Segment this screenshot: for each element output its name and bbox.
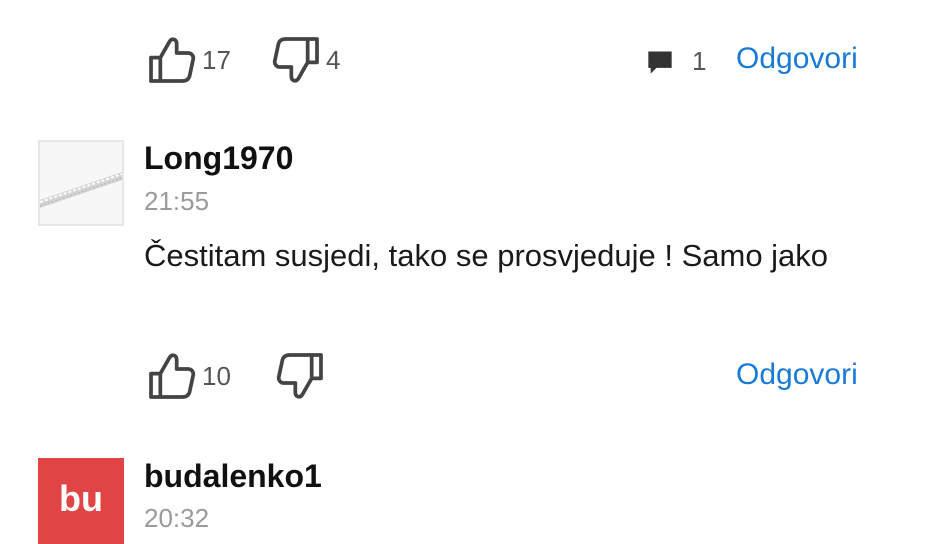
like-button[interactable]: 17: [144, 32, 231, 88]
avatar-initials: bu: [59, 478, 103, 519]
comment-username[interactable]: Long1970: [144, 140, 293, 177]
comment-actions: 10 Odgovori: [0, 348, 930, 408]
thumbs-down-icon: [276, 353, 323, 399]
comment-bubble-icon: [648, 51, 672, 74]
like-count: 10: [202, 360, 231, 391]
dislike-button[interactable]: [272, 348, 330, 404]
comment-username[interactable]: budalenko1: [144, 458, 322, 495]
dislike-count: 4: [326, 44, 341, 75]
thumbs-down-icon: [272, 37, 319, 83]
user-avatar-image: [40, 142, 122, 224]
comment-body: Čestitam susjedi, tako se prosvjeduje ! …: [144, 238, 829, 273]
avatar[interactable]: [38, 140, 124, 226]
thumbs-up-icon: [149, 353, 196, 399]
comment-timestamp: 20:32: [144, 503, 210, 533]
comment-timestamp: 21:55: [144, 186, 210, 216]
reply-count-value: 1: [692, 46, 707, 76]
reply-button[interactable]: Odgovori: [736, 42, 858, 76]
avatar[interactable]: bu: [38, 458, 124, 544]
comment-actions: 17 4 1 Odgovori: [0, 32, 930, 92]
reply-count[interactable]: 1: [646, 46, 706, 77]
thumbs-up-icon: [149, 37, 196, 83]
like-count: 17: [202, 44, 231, 75]
like-button[interactable]: 10: [144, 348, 231, 404]
partial-text-fragment: [300, 0, 820, 4]
dislike-button[interactable]: 4: [268, 32, 340, 88]
reply-button[interactable]: Odgovori: [736, 358, 858, 392]
